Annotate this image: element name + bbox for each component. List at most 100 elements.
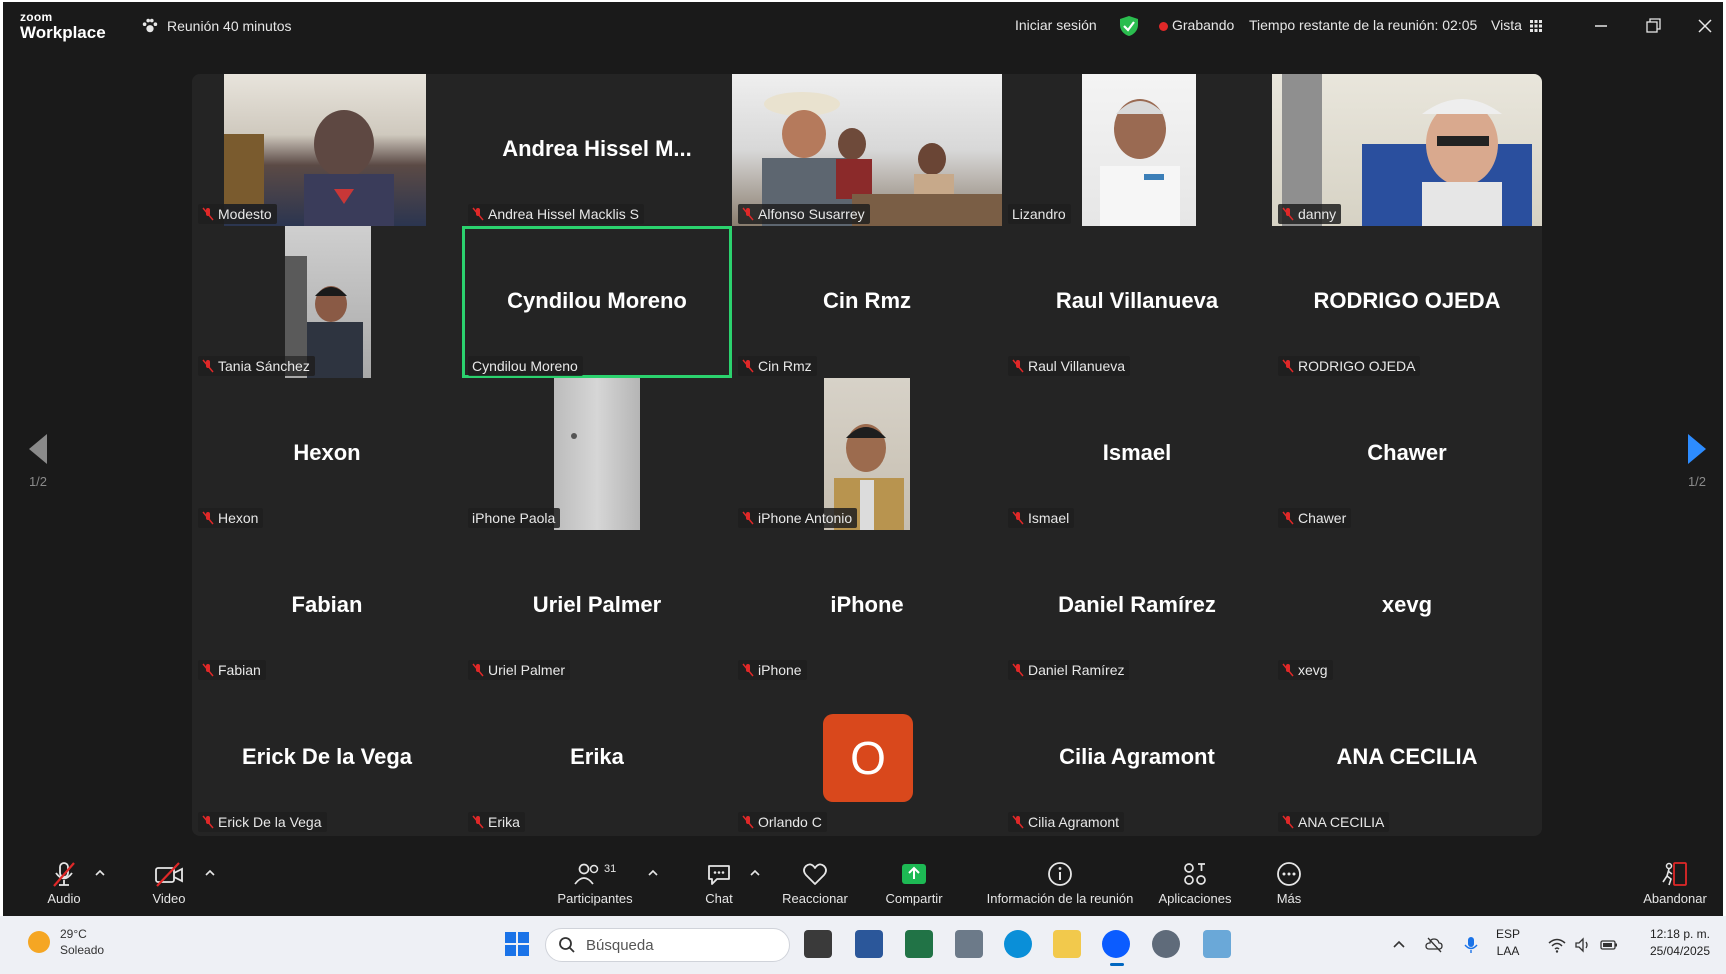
weather-widget[interactable]: 29°C Soleado — [28, 926, 104, 958]
participant-tile-daniel[interactable]: Daniel Ramírez Daniel Ramírez — [1002, 530, 1272, 682]
video-options-chevron-icon[interactable] — [203, 866, 217, 880]
participant-tile-iphone-antonio[interactable]: iPhone Antonio — [732, 378, 1002, 530]
participant-tile-iphone[interactable]: iPhone iPhone — [732, 530, 1002, 682]
participant-tile-rodrigo[interactable]: RODRIGO OJEDA RODRIGO OJEDA — [1272, 226, 1542, 378]
file-explorer-icon[interactable] — [1053, 930, 1081, 958]
grid-view-icon[interactable] — [1530, 20, 1542, 32]
meeting-title[interactable]: Reunión 40 minutos — [141, 17, 292, 35]
security-shield-icon[interactable] — [1118, 15, 1140, 37]
previous-page-button[interactable]: 1/2 — [18, 432, 58, 489]
recording-dot-icon — [1159, 22, 1168, 31]
chevron-up-icon[interactable] — [1390, 936, 1408, 954]
participant-tile-hexon[interactable]: Hexon Hexon — [192, 378, 462, 530]
participant-tile-cilia[interactable]: Cilia Agramont Cilia Agramont — [1002, 682, 1272, 834]
muted-mic-icon — [742, 815, 754, 829]
logo-small-text: zoom — [20, 10, 53, 24]
wifi-icon[interactable] — [1548, 936, 1566, 954]
participants-options-chevron-icon[interactable] — [646, 866, 660, 880]
leave-door-icon — [1662, 862, 1687, 886]
word-icon[interactable] — [855, 930, 883, 958]
meeting-info-button[interactable]: Información de la reunión — [975, 860, 1145, 906]
participant-video — [1082, 74, 1196, 226]
edge-browser-icon[interactable] — [1004, 930, 1032, 958]
muted-mic-icon — [1282, 663, 1294, 677]
participant-tile-cin-rmz[interactable]: Cin Rmz Cin Rmz — [732, 226, 1002, 378]
audio-button[interactable]: Audio — [39, 860, 89, 906]
participant-tile-lizandro[interactable]: Lizandro — [1002, 74, 1272, 226]
apps-button[interactable]: Aplicaciones — [1153, 860, 1237, 906]
microphone-icon[interactable] — [1462, 936, 1480, 954]
cloud-offline-icon[interactable] — [1425, 936, 1443, 954]
apps-label: Aplicaciones — [1158, 891, 1232, 906]
video-button[interactable]: Video — [144, 860, 194, 906]
muted-mic-icon — [202, 815, 214, 829]
share-button[interactable]: Compartir — [879, 860, 949, 906]
chat-button[interactable]: Chat — [697, 860, 741, 906]
muted-mic-icon — [742, 511, 754, 525]
name-text: Raul Villanueva — [1028, 358, 1126, 374]
muted-mic-icon — [202, 359, 214, 373]
video-off-icon — [155, 862, 183, 887]
search-placeholder: Búsqueda — [586, 936, 654, 954]
battery-icon[interactable] — [1600, 936, 1618, 954]
participant-tile-uriel[interactable]: Uriel Palmer Uriel Palmer — [462, 530, 732, 682]
name-text: Andrea Hissel Macklis S — [488, 206, 639, 222]
chat-icon — [708, 865, 730, 885]
participant-tile-fabian[interactable]: Fabian Fabian — [192, 530, 462, 682]
chat-options-chevron-icon[interactable] — [748, 866, 762, 880]
taskbar-search-box[interactable]: Búsqueda — [545, 928, 790, 962]
participants-button[interactable]: 31 Participantes — [551, 860, 639, 906]
volume-icon[interactable] — [1574, 936, 1592, 954]
react-label: Reaccionar — [782, 891, 848, 906]
participant-name-label: Modesto — [198, 204, 277, 224]
participant-tile-ana-cecilia[interactable]: ANA CECILIA ANA CECILIA — [1272, 682, 1542, 834]
participant-tile-modesto[interactable]: Modesto — [192, 74, 462, 226]
participant-tile-raul[interactable]: Raul Villanueva Raul Villanueva — [1002, 226, 1272, 378]
restore-icon[interactable] — [1641, 14, 1665, 38]
participant-tile-erick[interactable]: Erick De la Vega Erick De la Vega — [192, 682, 462, 834]
participant-tile-tania[interactable]: Tania Sánchez — [192, 226, 462, 378]
title-bar: zoom Workplace Reunión 40 minutos Inicia… — [3, 2, 1723, 51]
participant-video — [554, 378, 640, 530]
task-view-icon[interactable] — [804, 930, 832, 958]
participant-tile-andrea[interactable]: Andrea Hissel M... Andrea Hissel Macklis… — [462, 74, 732, 226]
participant-tile-chawer[interactable]: Chawer Chawer — [1272, 378, 1542, 530]
participant-count: 31 — [604, 863, 616, 875]
audio-options-chevron-icon[interactable] — [93, 866, 107, 880]
excel-icon[interactable] — [905, 930, 933, 958]
language-indicator[interactable]: ESP LAA — [1496, 926, 1520, 960]
participant-tile-danny[interactable]: danny — [1272, 74, 1542, 226]
muted-mic-icon — [472, 663, 484, 677]
chat-label: Chat — [705, 891, 733, 906]
more-label: Más — [1276, 891, 1302, 906]
name-text: Lizandro — [1012, 206, 1066, 222]
participant-tile-cyndilou[interactable]: Cyndilou Moreno Cyndilou Moreno — [462, 226, 732, 378]
recording-status[interactable]: Grabando — [1172, 17, 1234, 33]
participant-tile-iphone-paola[interactable]: iPhone Paola — [462, 378, 732, 530]
clock[interactable]: 12:18 p. m. 25/04/2025 — [1636, 926, 1710, 960]
participant-tile-xevg[interactable]: xevg xevg — [1272, 530, 1542, 682]
signin-button[interactable]: Iniciar sesión — [1015, 17, 1097, 33]
participant-tile-alfonso[interactable]: Alfonso Susarrey — [732, 74, 1002, 226]
calculator-icon[interactable] — [955, 930, 983, 958]
meeting-info-label: Información de la reunión — [986, 891, 1134, 906]
participant-tile-ismael[interactable]: Ismael Ismael — [1002, 378, 1272, 530]
more-button[interactable]: Más — [1269, 860, 1309, 906]
participant-tile-erika[interactable]: Erika Erika — [462, 682, 732, 834]
muted-mic-icon — [202, 663, 214, 677]
view-button[interactable]: Vista — [1491, 17, 1522, 33]
sun-icon — [28, 931, 50, 953]
name-text: iPhone Antonio — [758, 510, 853, 526]
settings-gear-icon[interactable] — [1152, 930, 1180, 958]
leave-button[interactable]: Abandonar — [1637, 860, 1713, 906]
close-icon[interactable] — [1693, 14, 1717, 38]
minimize-icon[interactable] — [1589, 14, 1613, 38]
react-button[interactable]: Reaccionar — [775, 860, 855, 906]
next-page-button[interactable]: 1/2 — [1677, 432, 1717, 489]
snipping-tool-icon[interactable] — [1203, 930, 1231, 958]
participant-name-label: Alfonso Susarrey — [738, 204, 870, 224]
participants-label: Participantes — [557, 891, 633, 906]
zoom-app-icon[interactable] — [1102, 930, 1130, 966]
participant-tile-orlando[interactable]: O Orlando C — [732, 682, 1002, 834]
start-button[interactable] — [503, 930, 531, 958]
